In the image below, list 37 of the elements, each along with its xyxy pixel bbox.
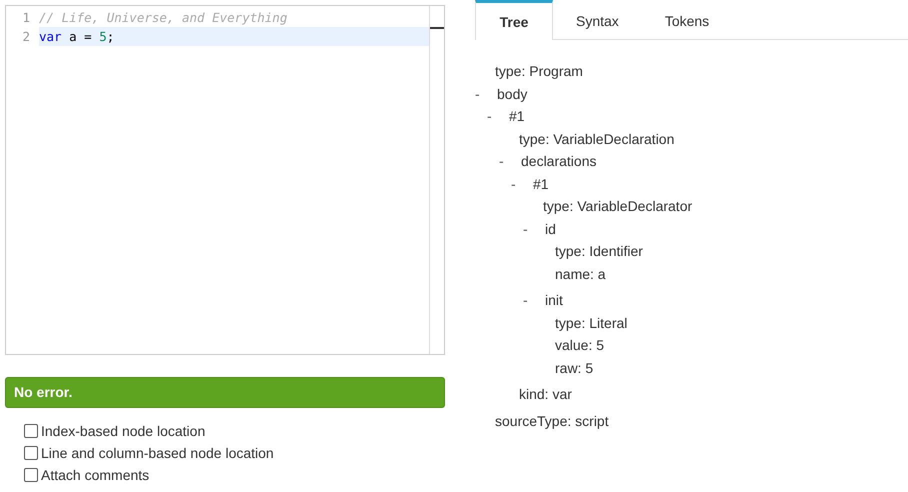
tab[interactable]: Tree	[475, 0, 553, 40]
tree-property: value: 5	[555, 337, 604, 353]
line-number: 1	[21, 10, 31, 25]
collapse-toggle[interactable]: -	[475, 82, 497, 105]
tree-node-label[interactable]: body	[497, 82, 528, 105]
tree-property: type: Program	[495, 63, 583, 79]
code-line: // Life, Universe, and Everything	[39, 9, 288, 27]
tree-property: type: VariableDeclarator	[543, 198, 692, 214]
tree-node-label[interactable]: id	[545, 218, 556, 240]
checkbox[interactable]	[24, 446, 38, 460]
tab[interactable]: Tokens	[642, 0, 732, 39]
option-label: Attach comments	[41, 467, 150, 483]
checkbox[interactable]	[24, 424, 38, 438]
line-number: 2	[21, 29, 31, 44]
tree-node-label[interactable]: init	[545, 289, 563, 312]
tree-node-label[interactable]: #1	[509, 105, 525, 128]
option-label: Index-based node location	[41, 423, 206, 439]
collapse-toggle[interactable]: -	[523, 218, 545, 240]
collapse-toggle[interactable]: -	[487, 105, 509, 128]
tree-property: name: a	[555, 266, 606, 282]
tree-property: type: Identifier	[555, 243, 643, 259]
collapse-toggle[interactable]: -	[523, 289, 545, 312]
tree-property: sourceType: script	[495, 412, 609, 428]
option-label: Line and column-based node location	[41, 445, 274, 461]
tree-property: raw: 5	[555, 360, 594, 376]
status-message: No error.	[5, 377, 445, 408]
scrollbar[interactable]	[429, 6, 444, 354]
tree-node-label[interactable]: #1	[533, 172, 549, 195]
checkbox[interactable]	[24, 468, 38, 482]
scroll-marker	[430, 27, 444, 29]
tab[interactable]: Syntax	[553, 0, 642, 39]
tree-property: kind: var	[519, 386, 572, 402]
tree-property: type: Literal	[555, 314, 628, 330]
tree-node-label[interactable]: declarations	[521, 150, 596, 172]
collapse-toggle[interactable]: -	[499, 150, 521, 172]
tree-property: type: VariableDeclaration	[519, 130, 674, 146]
collapse-toggle[interactable]: -	[511, 172, 533, 195]
